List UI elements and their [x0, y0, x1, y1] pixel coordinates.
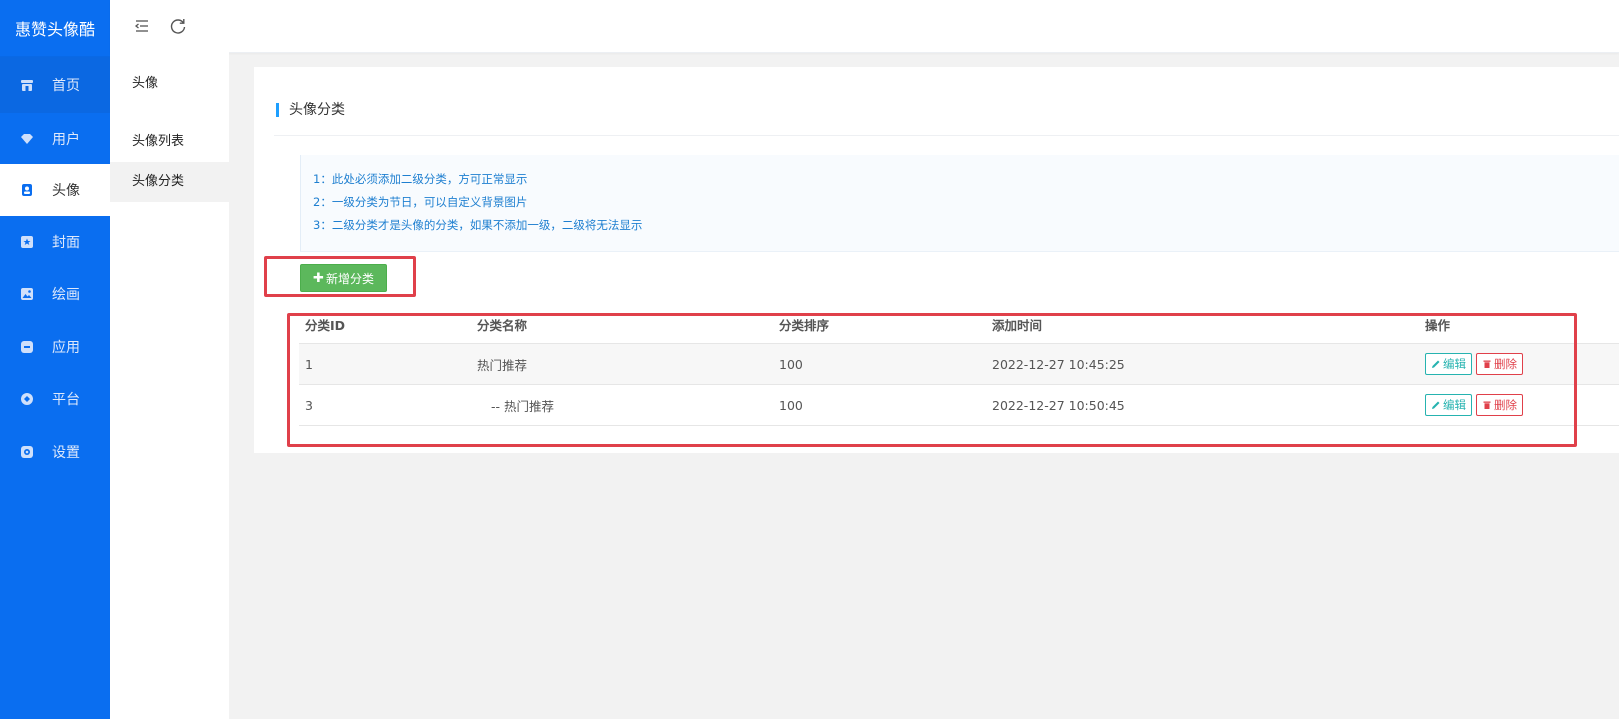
- id-card-icon: [20, 183, 34, 197]
- image-icon: [20, 287, 34, 301]
- notice-line: 2：一级分类为节日，可以自定义背景图片: [313, 195, 528, 209]
- refresh-icon[interactable]: [166, 14, 190, 38]
- submenu-item-avatar-list[interactable]: 头像列表: [110, 122, 229, 162]
- sidebar-item-home[interactable]: 首页: [0, 57, 110, 113]
- submenu-title: 头像: [132, 76, 159, 91]
- sidebar-item-label: 设置: [52, 445, 80, 461]
- sidebar-item-label: 首页: [52, 78, 80, 94]
- secondary-menu: 头像 头像列表 头像分类: [110, 52, 229, 719]
- sidebar-item-label: 绘画: [52, 287, 80, 303]
- sidebar-item-platform[interactable]: 平台: [0, 373, 110, 425]
- sidebar-item-label: 头像: [52, 183, 80, 199]
- page-title: 头像分类: [276, 103, 345, 117]
- notice-box: 1：此处必须添加二级分类，方可正常显示 2：一级分类为节日，可以自定义背景图片 …: [300, 155, 1619, 252]
- notice-line: 3：二级分类才是头像的分类，如果不添加一级，二级将无法显示: [313, 218, 643, 232]
- diamond-icon: [20, 132, 34, 146]
- sidebar-item-avatar[interactable]: 头像: [0, 164, 113, 216]
- highlight-box-table: [287, 313, 1577, 447]
- sidebar-item-cover[interactable]: 封面: [0, 216, 110, 268]
- collapse-menu-icon[interactable]: [130, 14, 154, 38]
- sidebar: 惠赞头像酷 首页 用户 头像 封面 绘画 应用 平台 设置: [0, 0, 113, 719]
- sidebar-item-settings[interactable]: 设置: [0, 425, 110, 479]
- top-bar: [110, 0, 1619, 53]
- divider: [274, 135, 1619, 136]
- circle-dot-icon: [20, 392, 34, 406]
- sidebar-item-apps[interactable]: 应用: [0, 320, 110, 373]
- store-icon: [20, 78, 34, 92]
- sidebar-item-label: 封面: [52, 235, 80, 251]
- sidebar-item-label: 应用: [52, 339, 80, 356]
- sidebar-item-users[interactable]: 用户: [0, 113, 110, 164]
- app-icon: [20, 340, 34, 354]
- sidebar-item-painting[interactable]: 绘画: [0, 268, 110, 320]
- highlight-box-add-button: [264, 256, 416, 297]
- gear-icon: [20, 445, 34, 459]
- brand-logo: 惠赞头像酷: [0, 0, 110, 57]
- sidebar-item-label: 平台: [52, 392, 80, 408]
- notice-line: 1：此处必须添加二级分类，方可正常显示: [313, 172, 528, 186]
- star-box-icon: [20, 235, 34, 249]
- sidebar-item-label: 用户: [52, 131, 80, 148]
- submenu-item-avatar-category[interactable]: 头像分类: [110, 162, 229, 202]
